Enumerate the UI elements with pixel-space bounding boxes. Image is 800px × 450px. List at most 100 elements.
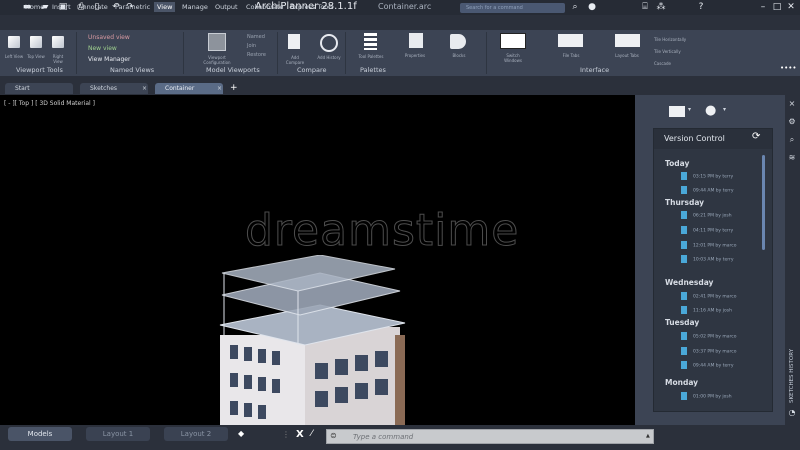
- grip-icon[interactable]: ⋮: [282, 430, 290, 439]
- version-entry[interactable]: 10:03 AM by terry: [681, 255, 734, 263]
- layout-tabs-icon[interactable]: [615, 34, 640, 47]
- tab-sketches[interactable]: Sketches: [80, 83, 148, 94]
- right-view-button[interactable]: Right View: [48, 54, 68, 64]
- left-view-button[interactable]: Left View: [4, 54, 24, 59]
- version-entry[interactable]: 09:44 AM by terry: [681, 361, 734, 369]
- user-icon[interactable]: ●: [587, 2, 597, 12]
- entry-label: 02:41 PM by marco: [693, 294, 737, 300]
- divider: [486, 32, 487, 74]
- tool-palettes-button[interactable]: Tool Palettes: [358, 54, 384, 59]
- command-input[interactable]: Type a command: [326, 429, 654, 444]
- menu-view[interactable]: View: [154, 2, 176, 12]
- layers-icon[interactable]: ≋: [787, 153, 797, 162]
- top-view-icon[interactable]: [30, 36, 42, 48]
- menu-express-tools[interactable]: Express Tools: [287, 2, 336, 12]
- search-icon[interactable]: ⌕: [787, 135, 797, 145]
- tab-layout-2[interactable]: Layout 2: [164, 427, 228, 441]
- unsaved-view-item[interactable]: Unsaved view: [88, 34, 130, 41]
- file-tabs-button[interactable]: File Tabs: [558, 53, 584, 58]
- tool-palettes-icon[interactable]: [364, 33, 377, 50]
- top-view-button[interactable]: Top View: [26, 54, 46, 59]
- layout-tabs-button[interactable]: Layout Tabs: [614, 53, 640, 58]
- blocks-button[interactable]: Blocks: [446, 53, 472, 58]
- add-history-button[interactable]: Add History: [316, 55, 342, 60]
- properties-button[interactable]: Properties: [400, 53, 430, 58]
- tab-container[interactable]: Container: [155, 83, 223, 94]
- right-view-icon[interactable]: [52, 36, 64, 48]
- cart-icon[interactable]: ⌸: [640, 2, 650, 12]
- version-entry[interactable]: 04:11 PM by terry: [681, 226, 733, 234]
- view-manager-item[interactable]: View Manager: [88, 56, 130, 63]
- search-icon[interactable]: ⌕: [570, 2, 580, 12]
- version-entry[interactable]: 03:15 PM by terry: [681, 172, 733, 180]
- tile-horizontally-item[interactable]: Tile Horizontally: [654, 37, 686, 42]
- join-item[interactable]: Join: [247, 43, 256, 49]
- close-tab-icon[interactable]: ×: [142, 85, 147, 92]
- version-entry[interactable]: 05:02 PM by marco: [681, 332, 737, 340]
- sketches-history-tab[interactable]: SKETCHES HISTORY: [789, 343, 795, 403]
- viewport-configuration-icon[interactable]: [208, 33, 226, 51]
- compare-icon[interactable]: [288, 34, 300, 49]
- command-history-arrow-icon[interactable]: ▲: [646, 433, 650, 439]
- tab-layout-1[interactable]: Layout 1: [86, 427, 150, 441]
- version-entry[interactable]: 11:16 AM by josh: [681, 306, 732, 314]
- customize-icon[interactable]: ⁄: [311, 429, 313, 439]
- viewport-label[interactable]: [ - ][ Top ] [ 3D Solid Material ]: [4, 100, 95, 107]
- restore-item[interactable]: Restore: [247, 52, 266, 58]
- history-icon[interactable]: ◔: [787, 408, 797, 417]
- named-item[interactable]: Named: [247, 34, 265, 40]
- minimize-icon[interactable]: –: [758, 2, 768, 12]
- left-view-icon[interactable]: [8, 36, 20, 48]
- chevron-down-icon[interactable]: ▾: [723, 106, 726, 113]
- recent-commands-icon[interactable]: ⊜: [330, 431, 337, 440]
- close-command-icon[interactable]: X: [296, 429, 304, 440]
- properties-icon[interactable]: [409, 33, 423, 48]
- tile-vertically-item[interactable]: Tile Vertically: [654, 49, 681, 54]
- blocks-icon[interactable]: [450, 34, 466, 49]
- add-compare-button[interactable]: Add Compare: [282, 55, 308, 65]
- new-view-item[interactable]: New view: [88, 45, 117, 52]
- add-layout-icon[interactable]: ◆: [238, 429, 244, 438]
- entry-label: 01:00 PM by josh: [693, 394, 732, 400]
- layout-grid-icon[interactable]: [669, 106, 685, 117]
- menu-annotate[interactable]: Annotate: [75, 2, 111, 12]
- chevron-down-icon[interactable]: ▾: [688, 106, 691, 113]
- menu-insert[interactable]: Insert: [49, 2, 74, 12]
- version-entry[interactable]: 12:01 PM by marco: [681, 241, 737, 249]
- menu-manage[interactable]: Manage: [179, 2, 211, 12]
- day-header: Monday: [665, 378, 699, 387]
- version-entry[interactable]: 02:41 PM by marco: [681, 292, 737, 300]
- viewport-configuration-button[interactable]: Viewport Configuration: [200, 55, 234, 65]
- maximize-icon[interactable]: □: [772, 2, 782, 12]
- tab-models[interactable]: Models: [8, 427, 72, 441]
- file-name: Container.arc: [378, 2, 432, 11]
- menu-collaborate[interactable]: Collaborate: [243, 2, 286, 12]
- close-icon[interactable]: ✕: [786, 2, 796, 12]
- add-tab-icon[interactable]: +: [230, 83, 238, 93]
- close-tab-icon[interactable]: ×: [217, 85, 222, 92]
- switch-windows-icon[interactable]: [500, 33, 526, 49]
- tab-start[interactable]: Start: [5, 83, 73, 94]
- cascade-item[interactable]: Cascade: [654, 61, 671, 66]
- menu-home[interactable]: Home: [22, 2, 47, 12]
- version-entry[interactable]: 06:21 PM by josh: [681, 211, 732, 219]
- menu-parametric[interactable]: Parametric: [112, 2, 153, 12]
- version-entry[interactable]: 01:00 PM by josh: [681, 392, 732, 400]
- scrollbar[interactable]: [762, 155, 765, 250]
- user-icon[interactable]: ●: [705, 103, 716, 118]
- menu-output[interactable]: Output: [212, 2, 241, 12]
- gear-icon[interactable]: ⚙: [787, 117, 797, 126]
- entry-label: 03:37 PM by marco: [693, 349, 737, 355]
- file-tabs-icon[interactable]: [558, 34, 583, 47]
- divider: [345, 32, 346, 74]
- refresh-icon[interactable]: ⟳: [752, 131, 760, 142]
- version-entry[interactable]: 09:44 AM by terry: [681, 186, 734, 194]
- network-icon[interactable]: ⁂: [656, 2, 666, 12]
- help-icon[interactable]: ?: [696, 2, 706, 12]
- close-panel-icon[interactable]: ×: [787, 99, 797, 108]
- switch-windows-button[interactable]: Switch Windows: [500, 53, 526, 63]
- version-entry[interactable]: 03:37 PM by marco: [681, 347, 737, 355]
- history-clock-icon[interactable]: [320, 34, 338, 52]
- more-icon[interactable]: ••••: [780, 64, 797, 72]
- search-input[interactable]: Search for a command: [460, 3, 565, 13]
